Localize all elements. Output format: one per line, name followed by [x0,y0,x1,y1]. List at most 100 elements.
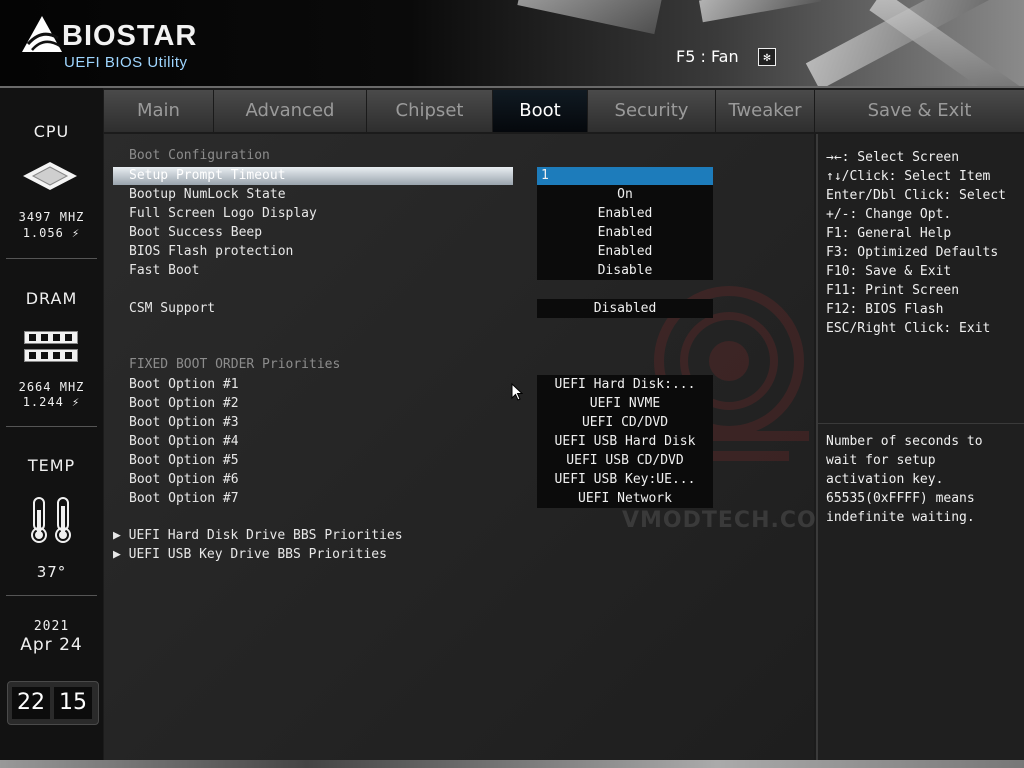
setting-value[interactable]: Enabled [537,204,713,223]
cpu-frequency: 3497 MHZ [18,210,85,224]
cpu-chip-icon [23,162,77,190]
dram-frequency: 2664 MHZ [18,380,85,394]
clock: 22 15 [7,681,99,725]
tab-security[interactable]: Security [588,90,716,132]
setting-value[interactable]: UEFI USB Hard Disk [537,432,713,451]
setting-label: Fast Boot [129,263,200,278]
biostar-logo-icon [22,16,62,52]
boot-settings-panel: VMODTECH.COM Boot Configuration Setup Pr… [104,134,839,760]
key-legend: →←: Select Screen ↑↓/Click: Select Item … [826,148,1006,338]
setting-label: Bootup NumLock State [129,187,286,202]
cpu-title: CPU [33,122,70,141]
setting-label: Boot Option #7 [129,491,239,506]
ram-module-icon [24,349,78,362]
setting-label: Boot Option #2 [129,396,239,411]
tab-boot[interactable]: Boot [493,90,588,132]
help-panel: →←: Select Screen ↑↓/Click: Select Item … [816,134,1024,760]
key-hint: F1: General Help [826,226,952,241]
divider [818,423,1024,424]
cpu-voltage: 1.056 ⚡ [22,226,81,240]
clock-hour: 22 [12,687,50,719]
setting-label: Boot Success Beep [129,225,263,240]
setting-label: Boot Option #5 [129,453,239,468]
header-bar: BIOSTAR UEFI BIOS Utility F5 : Fan ✻ [0,0,1024,88]
setting-setup-prompt-timeout[interactable]: Setup Prompt Timeout 1 [104,166,814,185]
watermark-text: VMODTECH.COM [622,508,840,533]
section-boot-configuration: Boot Configuration [129,148,270,163]
setting-csm-support[interactable]: CSM Support Disabled [104,299,814,318]
setting-value[interactable]: Disable [537,261,713,280]
submenu-uefi-hdd-bbs[interactable]: ▶ UEFI Hard Disk Drive BBS Priorities [113,528,403,543]
setting-value[interactable]: On [537,185,713,204]
key-hint: F11: Print Screen [826,283,960,298]
timeout-input[interactable]: 1 [537,166,713,185]
setting-label: BIOS Flash protection [129,244,294,259]
setting-value[interactable]: Disabled [537,299,713,318]
setting-value[interactable]: UEFI USB CD/DVD [537,451,713,470]
key-hint: F12: BIOS Flash [826,302,944,317]
brand-logo: BIOSTAR [62,20,198,52]
tab-chipset[interactable]: Chipset [367,90,493,132]
key-hint: →←: Select Screen [826,150,960,165]
dram-title: DRAM [25,289,78,308]
setting-value[interactable]: UEFI Hard Disk:... [537,375,713,394]
fan-icon[interactable]: ✻ [758,48,776,66]
dram-voltage: 1.244 ⚡ [22,395,81,409]
date-year: 2021 [33,619,70,634]
setting-boot-success-beep[interactable]: Boot Success Beep Enabled [104,223,814,242]
thermometer-icon [31,497,71,543]
setting-value[interactable]: UEFI Network [537,489,713,508]
boot-option-4[interactable]: Boot Option #4 UEFI USB Hard Disk [104,432,814,451]
key-hint: +/-: Change Opt. [826,207,952,222]
setting-value[interactable]: Enabled [537,223,713,242]
key-hint: F3: Optimized Defaults [826,245,999,260]
setting-bios-flash-protection[interactable]: BIOS Flash protection Enabled [104,242,814,261]
temp-value: 37° [36,563,67,581]
setting-bootup-numlock[interactable]: Bootup NumLock State On [104,185,814,204]
ram-module-icon [24,331,78,344]
setting-value[interactable]: UEFI CD/DVD [537,413,713,432]
boot-option-2[interactable]: Boot Option #2 UEFI NVME [104,394,814,413]
setting-label: Boot Option #4 [129,434,239,449]
setting-label: Setup Prompt Timeout [129,168,286,183]
bottom-frame [0,760,1024,768]
section-fixed-boot-order: FIXED BOOT ORDER Priorities [129,357,341,372]
setting-label: CSM Support [129,301,216,316]
divider [6,595,97,596]
tab-tweaker[interactable]: Tweaker [716,90,815,132]
setting-label: Boot Option #6 [129,472,239,487]
fan-shortcut-label[interactable]: F5 : Fan [676,47,739,66]
setting-label: Boot Option #3 [129,415,239,430]
help-description: Number of seconds to wait for setup acti… [826,434,983,525]
temp-title: TEMP [27,456,76,475]
setting-full-screen-logo[interactable]: Full Screen Logo Display Enabled [104,204,814,223]
submenu-uefi-usb-key-bbs[interactable]: ▶ UEFI USB Key Drive BBS Priorities [113,547,387,562]
setting-fast-boot[interactable]: Fast Boot Disable [104,261,814,280]
decor-shard [517,0,663,35]
key-hint: F10: Save & Exit [826,264,952,279]
boot-option-3[interactable]: Boot Option #3 UEFI CD/DVD [104,413,814,432]
boot-option-1[interactable]: Boot Option #1 UEFI Hard Disk:... [104,375,814,394]
decor-shard [699,0,821,23]
boot-option-6[interactable]: Boot Option #6 UEFI USB Key:UE... [104,470,814,489]
system-status-panel: CPU 3497 MHZ 1.056 ⚡ DRAM 2664 MHZ 1.244… [0,88,103,760]
tab-save-exit[interactable]: Save & Exit [815,90,1024,132]
tab-advanced[interactable]: Advanced [214,90,367,132]
key-hint: Enter/Dbl Click: Select [826,188,1007,203]
tab-main[interactable]: Main [104,90,214,132]
boot-option-5[interactable]: Boot Option #5 UEFI USB CD/DVD [104,451,814,470]
divider [6,426,97,427]
boot-option-7[interactable]: Boot Option #7 UEFI Network [104,489,814,508]
mouse-cursor-icon [511,383,523,401]
tab-bar: Main Advanced Chipset Boot Security Twea… [104,90,1024,132]
setting-label: Full Screen Logo Display [129,206,317,221]
setting-value[interactable]: Enabled [537,242,713,261]
setting-value[interactable]: UEFI NVME [537,394,713,413]
clock-minute: 15 [54,687,92,719]
setting-label: Boot Option #1 [129,377,239,392]
key-hint: ↑↓/Click: Select Item [826,169,991,184]
key-hint: ESC/Right Click: Exit [826,321,991,336]
setting-value[interactable]: UEFI USB Key:UE... [537,470,713,489]
date-monthday: Apr 24 [20,635,83,655]
divider [6,258,97,259]
